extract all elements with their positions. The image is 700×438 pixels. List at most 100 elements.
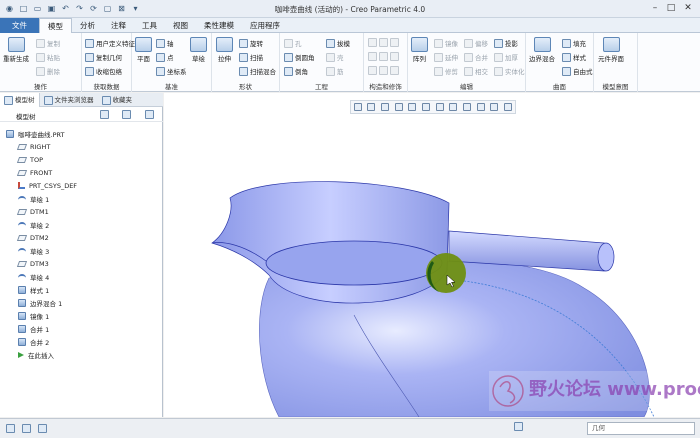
show-icon[interactable]	[122, 110, 131, 119]
view-manager-icon[interactable]	[435, 103, 444, 111]
tree-root-part[interactable]: 咖啡壶曲线.PRT	[6, 127, 65, 140]
csys-button[interactable]: 坐标系	[156, 66, 187, 76]
tree-item[interactable]: 样式 1	[18, 283, 49, 296]
component-interface-button[interactable]: 元件界面	[598, 37, 624, 63]
tab-flexible-modeling[interactable]: 柔性建模	[196, 18, 242, 33]
shell-button[interactable]: 壳	[326, 52, 344, 62]
minimize-icon[interactable]: –	[648, 2, 662, 15]
tree-item[interactable]: DTM3	[16, 257, 49, 270]
tree-item[interactable]: DTM1	[16, 205, 49, 218]
chamfer-icon	[284, 66, 293, 76]
boundary-blend-button[interactable]: 边界混合	[529, 37, 555, 63]
intersect-button[interactable]: 相交	[464, 66, 488, 76]
tab-folder-browser[interactable]: 文件夹浏览器	[40, 93, 98, 107]
selection-filter[interactable]: 几何	[587, 422, 695, 435]
construction-buttons-row2[interactable]	[368, 52, 399, 61]
construction-buttons-row3[interactable]	[368, 66, 399, 75]
extrude-button[interactable]: 拉伸	[216, 37, 233, 63]
zoom-out-icon[interactable]	[381, 103, 390, 111]
tab-applications[interactable]: 应用程序	[242, 18, 288, 33]
navigator-toggle-icon[interactable]	[6, 424, 15, 433]
sweep-button[interactable]: 扫描	[239, 52, 263, 62]
point-button[interactable]: 点	[156, 52, 174, 62]
tab-annotate[interactable]: 注释	[103, 18, 134, 33]
delete-button[interactable]: 删除	[36, 66, 60, 76]
regenerate-button[interactable]: 重新生成	[3, 37, 29, 63]
revolve-button[interactable]: 旋转	[239, 38, 263, 48]
tab-view[interactable]: 视图	[165, 18, 196, 33]
component-interface-icon	[602, 37, 620, 52]
tree-settings-icon[interactable]	[100, 110, 109, 119]
display-style-icon[interactable]	[408, 103, 417, 111]
thicken-button[interactable]: 加厚	[494, 52, 518, 62]
plane-button[interactable]: 平面	[135, 37, 152, 63]
spin-center-icon[interactable]	[490, 103, 499, 111]
repaint-icon[interactable]	[394, 103, 403, 111]
tree-item[interactable]: 镜像 1	[18, 309, 49, 322]
tab-tools[interactable]: 工具	[134, 18, 165, 33]
hole-button[interactable]: 孔	[284, 38, 302, 48]
draft-icon	[326, 38, 335, 48]
tree-item[interactable]: 草绘 3	[18, 244, 49, 257]
sketch-button[interactable]: 草绘	[190, 37, 207, 63]
tree-item[interactable]: FRONT	[16, 166, 52, 179]
tab-file[interactable]: 文件	[0, 18, 39, 33]
swept-blend-icon	[239, 66, 248, 76]
shrinkwrap-button[interactable]: 收缩包络	[85, 66, 122, 76]
udf-button[interactable]: 用户定义特征	[85, 38, 135, 48]
annotation-display-icon[interactable]	[476, 103, 485, 111]
rib-button[interactable]: 筋	[326, 66, 344, 76]
close-icon[interactable]: ✕	[681, 2, 695, 15]
pattern-button[interactable]: 阵列	[411, 37, 428, 63]
tree-item[interactable]: PRT_CSYS_DEF	[18, 179, 77, 192]
chamfer-button[interactable]: 倒角	[284, 66, 308, 76]
copy-geometry-button[interactable]: 复制几何	[85, 52, 122, 62]
tree-item-label: TOP	[30, 155, 44, 164]
tree-item[interactable]: 草绘 2	[18, 218, 49, 231]
round-button[interactable]: 倒圆角	[284, 52, 315, 62]
style-button[interactable]: 样式	[562, 52, 586, 62]
merge-button[interactable]: 合并	[464, 52, 488, 62]
tree-item[interactable]: 边界混合 1	[18, 296, 62, 309]
mirror-button[interactable]: 镜像	[434, 38, 458, 48]
sectioning-icon[interactable]	[504, 103, 513, 111]
tree-item[interactable]: TOP	[16, 153, 44, 166]
model-view[interactable]: 野火论坛 www.proewildfire.cn	[164, 93, 700, 418]
zoom-in-icon[interactable]	[367, 103, 376, 111]
copy-button[interactable]: 复制	[36, 38, 60, 48]
tree-item[interactable]: 草绘 4	[18, 270, 49, 283]
refit-icon[interactable]	[353, 103, 362, 111]
saved-orientations-icon[interactable]	[422, 103, 431, 111]
swept-blend-button[interactable]: 扫描混合	[239, 66, 276, 76]
tab-favorites[interactable]: 收藏夹	[98, 93, 137, 107]
tab-model[interactable]: 模型	[39, 18, 72, 33]
maximize-icon[interactable]: □	[664, 2, 678, 15]
project-button[interactable]: 投影	[494, 38, 518, 48]
tree-item-label: 边界混合 1	[30, 299, 63, 308]
offset-button[interactable]: 偏移	[464, 38, 488, 48]
selection-filter-icons[interactable]	[514, 422, 584, 435]
axis-button[interactable]: 轴	[156, 38, 174, 48]
browser-toggle-icon[interactable]	[22, 424, 31, 433]
tree-item[interactable]: 合并 2	[18, 335, 49, 348]
tab-model-tree[interactable]: 模型树	[0, 93, 40, 107]
freestyle-button[interactable]: 自由式	[562, 66, 593, 76]
draft-button[interactable]: 拔模	[326, 38, 350, 48]
tab-analysis[interactable]: 分析	[72, 18, 103, 33]
solidify-button[interactable]: 实体化	[494, 66, 525, 76]
tree-insert-here[interactable]: 在此插入	[18, 348, 54, 361]
trim-button[interactable]: 修剪	[434, 66, 458, 76]
extend-button[interactable]: 延伸	[434, 52, 458, 62]
perspective-icon[interactable]	[449, 103, 458, 111]
graphics-window[interactable]: 野火论坛 www.proewildfire.cn	[164, 93, 700, 418]
tree-item[interactable]: RIGHT	[16, 140, 50, 153]
full-screen-icon[interactable]	[38, 424, 47, 433]
tree-item[interactable]: DTM2	[16, 231, 49, 244]
fill-button[interactable]: 填充	[562, 38, 586, 48]
paste-button[interactable]: 粘贴	[36, 52, 60, 62]
construction-buttons-row1[interactable]	[368, 38, 399, 47]
filter-icon[interactable]	[145, 110, 154, 119]
tree-item[interactable]: 合并 1	[18, 322, 49, 335]
datum-display-icon[interactable]	[463, 103, 472, 111]
tree-item[interactable]: 草绘 1	[18, 192, 49, 205]
